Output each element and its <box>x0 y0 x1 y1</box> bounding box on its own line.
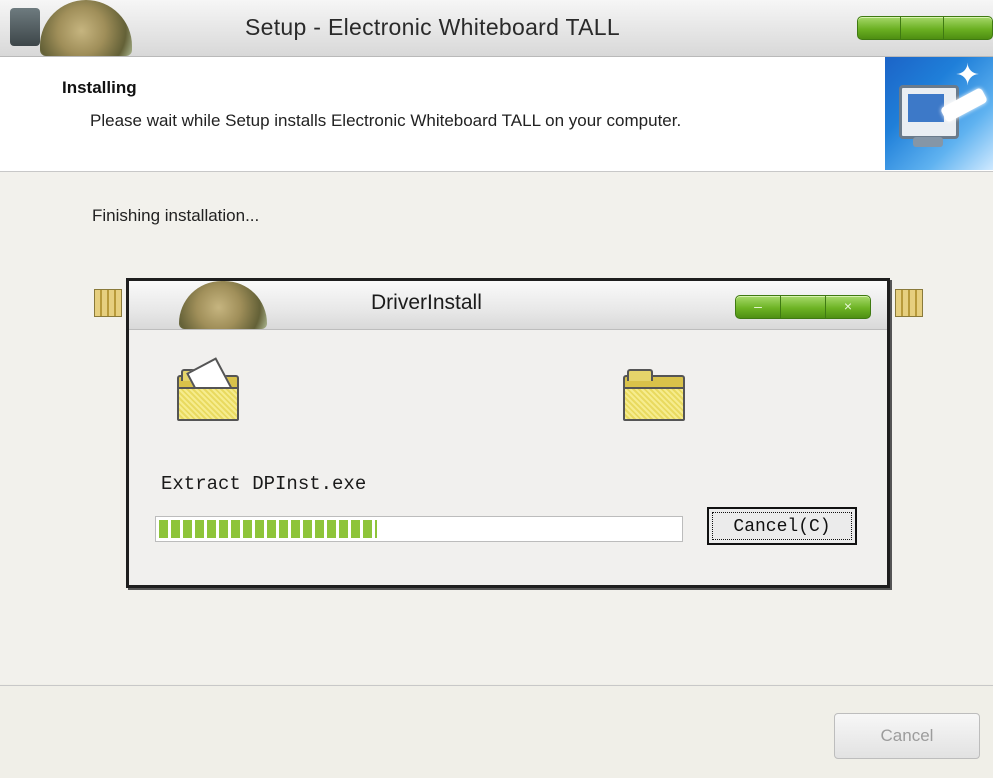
sparkle-icon: ✦ <box>955 59 981 92</box>
folder-open-icon <box>177 357 239 421</box>
driverinstall-dialog: DriverInstall – × Extract DPInst.exe Can… <box>126 278 890 588</box>
soccer-ball-decoration <box>179 281 267 329</box>
folder-closed-icon <box>623 369 685 421</box>
close-button[interactable] <box>943 16 993 40</box>
install-status-text: Finishing installation... <box>92 206 260 225</box>
maximize-button[interactable] <box>900 16 944 40</box>
maximize-button[interactable] <box>780 295 826 319</box>
page-subtitle: Please wait while Setup installs Electro… <box>90 111 682 130</box>
wizard-header: Installing Please wait while Setup insta… <box>0 57 993 172</box>
setup-cancel-button[interactable]: Cancel <box>834 713 980 759</box>
install-progress-right-cap <box>895 289 923 317</box>
setup-titlebar[interactable]: Setup - Electronic Whiteboard TALL <box>0 0 993 57</box>
setup-window-title: Setup - Electronic Whiteboard TALL <box>245 14 620 40</box>
wizard-computer-icon: ✦ <box>885 57 993 170</box>
extract-status-text: Extract DPInst.exe <box>161 473 367 495</box>
minimize-button[interactable] <box>857 16 901 40</box>
minimize-icon[interactable]: – <box>735 295 781 319</box>
monitor-stand <box>913 137 943 147</box>
dialog-cancel-label: Cancel(C) <box>712 512 852 540</box>
dialog-title: DriverInstall <box>371 291 482 314</box>
close-icon[interactable]: × <box>825 295 871 319</box>
extract-progress-bar <box>155 516 683 542</box>
footer-separator <box>0 685 993 686</box>
page-title: Installing <box>62 78 137 97</box>
dialog-titlebar[interactable]: DriverInstall – × <box>129 281 887 330</box>
soccer-ball-decoration <box>40 0 132 56</box>
dialog-cancel-button[interactable]: Cancel(C) <box>707 507 857 545</box>
install-progress-left-cap <box>94 289 122 317</box>
extract-progress-fill <box>159 520 377 538</box>
app-icon[interactable] <box>10 8 40 46</box>
